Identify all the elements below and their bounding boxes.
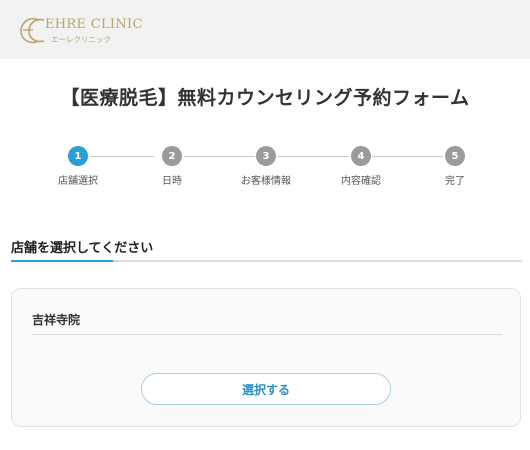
progress-steps: 1 店舗選択 2 日時 3 お客様情報 4 内容確認 5 完了 (0, 140, 530, 200)
step-5-label: 完了 (445, 176, 465, 187)
logo-subtitle: エーレクリニック (51, 35, 111, 44)
step-1: 1 店舗選択 (38, 146, 118, 187)
step-5-number: 5 (445, 146, 465, 166)
site-header: EHRE CLINIC エーレクリニック (0, 0, 530, 59)
step-4: 4 内容確認 (321, 146, 401, 187)
section-heading: 店舗を選択してください (11, 241, 154, 256)
step-5: 5 完了 (415, 146, 495, 187)
page-title: 【医療脱毛】無料カウンセリング予約フォーム (60, 87, 470, 109)
step-4-number: 4 (351, 146, 371, 166)
card-divider (32, 334, 502, 335)
select-store-button[interactable]: 選択する (141, 373, 391, 405)
logo-name: EHRE CLINIC (45, 17, 143, 32)
step-1-label: 店舗選択 (58, 176, 98, 187)
step-3: 3 お客様情報 (226, 146, 306, 187)
clinic-logo[interactable]: EHRE CLINIC エーレクリニック (17, 12, 142, 48)
store-name: 吉祥寺院 (32, 313, 81, 327)
section-divider-accent (11, 260, 113, 262)
step-2-label: 日時 (162, 176, 182, 187)
store-card: 吉祥寺院 選択する (11, 288, 521, 427)
step-1-number: 1 (68, 146, 88, 166)
step-4-label: 内容確認 (341, 176, 381, 187)
step-3-number: 3 (256, 146, 276, 166)
step-3-label: お客様情報 (241, 176, 291, 187)
step-2: 2 日時 (132, 146, 212, 187)
step-2-number: 2 (162, 146, 182, 166)
